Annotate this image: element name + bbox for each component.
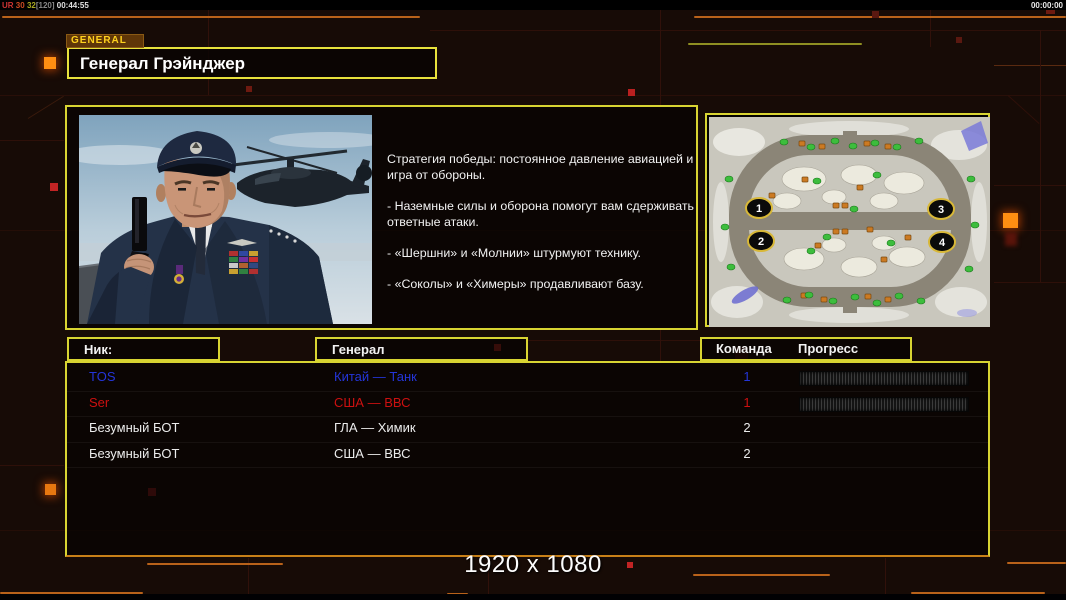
debug-cap: [120] — [35, 1, 55, 10]
minimap-image: 1 2 3 4 — [709, 117, 990, 327]
resolution-label: 1920 x 1080 — [464, 551, 602, 578]
start-position-4: 4 — [928, 231, 956, 253]
strategy-paragraph: - «Шершни» и «Молнии» штурмуют технику. — [387, 246, 641, 260]
player-general: ГЛА — Химик — [334, 420, 416, 435]
player-rows: TOS Китай — Танк 1 Ser США — ВВС 1 Безум… — [67, 366, 988, 468]
player-row: TOS Китай — Танк 1 — [67, 366, 988, 392]
top-status-bar: UR 30 32[120] 00:44:55 00:00:00 — [0, 0, 1066, 10]
player-nick: TOS — [89, 369, 116, 384]
general-header: Генерал — [332, 342, 385, 357]
nick-header-box: Ник: — [67, 337, 220, 361]
team-header: Команда — [716, 341, 772, 356]
progress-header: Прогресс — [798, 341, 859, 356]
debug-fps: 30 — [15, 1, 25, 10]
debug-readout: UR 30 32[120] 00:44:55 — [2, 1, 89, 10]
svg-text:2: 2 — [758, 236, 764, 248]
general-portrait-image — [64, 115, 389, 324]
bottom-letterbox-bar — [0, 594, 1066, 600]
progress-bar-0 — [799, 371, 969, 386]
player-team: 1 — [743, 369, 751, 384]
strategy-paragraph: Стратегия победы: постоянное давление ав… — [387, 152, 694, 182]
general-header-box: Генерал — [315, 337, 528, 361]
general-name: Генерал Грэйнджер — [80, 54, 246, 73]
general-portrait — [64, 115, 389, 324]
loading-screen: UR 30 32[120] 00:44:55 00:00:00 GENERAL … — [0, 0, 1066, 600]
nick-header: Ник: — [84, 342, 113, 357]
debug-ms: 32 — [26, 1, 36, 10]
minimap-panel: 1 2 3 4 — [705, 113, 990, 327]
player-row: Безумный БОТ ГЛА — Химик 2 — [67, 417, 988, 443]
player-nick: Безумный БОТ — [89, 420, 180, 435]
player-row: Безумный БОТ США — ВВС 2 — [67, 443, 988, 468]
player-table: TOS Китай — Танк 1 Ser США — ВВС 1 Безум… — [65, 361, 990, 557]
general-tab: GENERAL — [66, 34, 144, 48]
game-clock: 00:00:00 — [1030, 1, 1063, 10]
general-title-box: Генерал Грэйнджер — [67, 47, 437, 79]
general-info-panel: Стратегия победы: постоянное давление ав… — [64, 105, 701, 330]
progress-bar-1 — [799, 396, 969, 412]
player-nick: Безумный БОТ — [89, 445, 180, 461]
player-team: 1 — [743, 394, 751, 410]
player-team: 2 — [743, 420, 751, 435]
debug-ur: UR — [2, 1, 14, 10]
svg-text:1: 1 — [756, 203, 762, 215]
player-general: США — ВВС — [334, 394, 411, 410]
player-general: Китай — Танк — [334, 369, 417, 384]
strategy-paragraph: - «Соколы» и «Химеры» продавливают базу. — [387, 277, 644, 291]
player-general: США — ВВС — [334, 445, 411, 461]
start-position-3: 3 — [927, 198, 955, 220]
player-nick: Ser — [89, 394, 110, 410]
svg-text:3: 3 — [938, 204, 944, 216]
player-row: Ser США — ВВС 1 — [67, 392, 988, 417]
debug-time: 00:44:55 — [56, 1, 89, 10]
strategy-text: Стратегия победы: постоянное давление ав… — [387, 151, 701, 307]
strategy-paragraph: - Наземные силы и оборона помогут вам сд… — [387, 199, 694, 229]
player-team: 2 — [743, 445, 751, 461]
team-progress-header-box: Команда Прогресс — [700, 337, 912, 361]
start-position-1: 1 — [745, 197, 773, 219]
svg-text:4: 4 — [939, 237, 946, 249]
start-position-2: 2 — [747, 230, 775, 252]
center-road — [743, 212, 957, 230]
